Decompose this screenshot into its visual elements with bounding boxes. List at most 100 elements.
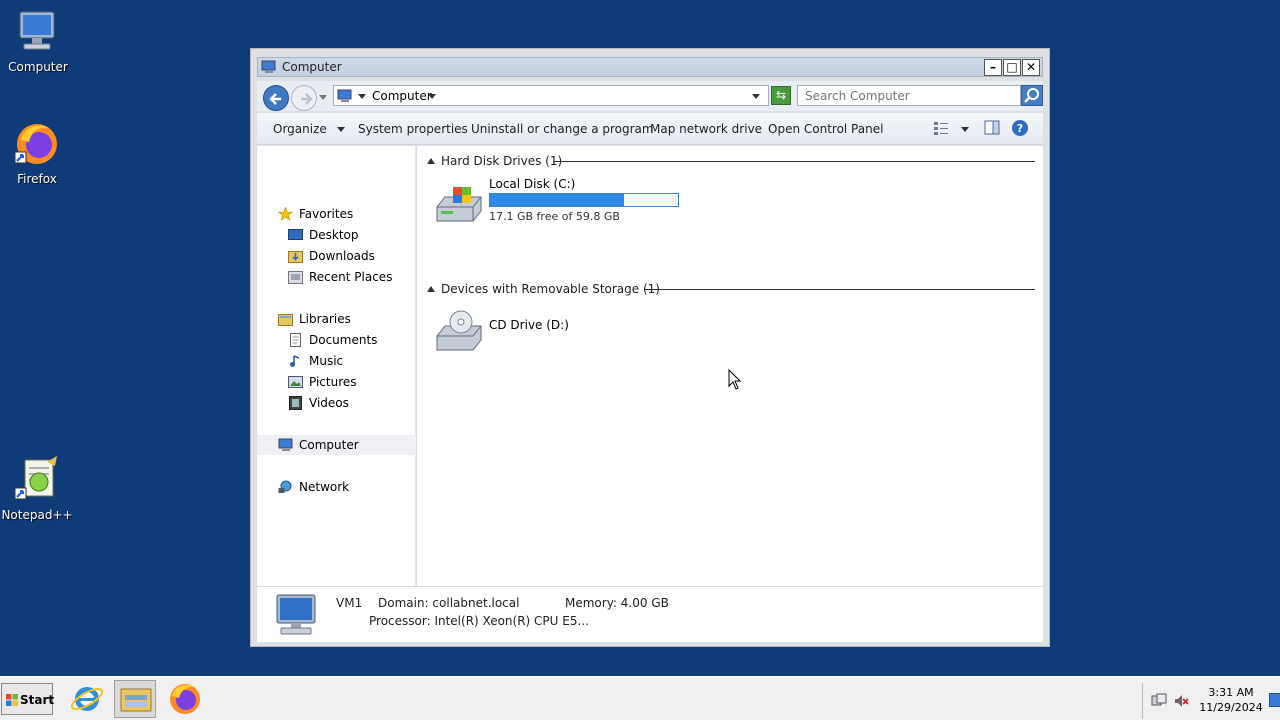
chevron-down-icon[interactable]: [428, 94, 436, 99]
nav-computer[interactable]: Computer: [257, 435, 416, 455]
organize-label: Organize: [273, 122, 327, 136]
nav-downloads[interactable]: Downloads: [257, 246, 416, 266]
start-label: Start: [20, 693, 55, 707]
search-box[interactable]: [797, 85, 1021, 106]
address-box[interactable]: Computer: [333, 85, 769, 106]
nav-label: Desktop: [309, 228, 359, 242]
preview-pane-button[interactable]: [983, 119, 1001, 137]
downloads-folder-icon: [288, 251, 303, 263]
domain-info: Domain: collabnet.local: [378, 596, 520, 610]
clock[interactable]: 3:31 AM 11/29/2024: [1191, 685, 1271, 715]
address-history-dropdown[interactable]: [752, 94, 760, 99]
nav-libraries[interactable]: Libraries: [257, 309, 416, 329]
mouse-cursor-icon: [728, 369, 742, 390]
collapse-icon: [427, 286, 435, 292]
content-area: Hard Disk Drives (1) Local Disk (C:) 17.…: [417, 146, 1043, 586]
desktop-icon: [288, 229, 303, 240]
desktop-icon-label: Computer: [8, 60, 68, 74]
group-divider: [553, 161, 1035, 162]
disk-usage-fill: [490, 194, 625, 206]
windows-logo-icon: [6, 694, 18, 706]
group-header-hdd[interactable]: Hard Disk Drives (1): [425, 154, 1035, 170]
cd-drive-icon: [435, 310, 483, 354]
volume-muted-icon[interactable]: [1173, 693, 1189, 709]
view-icon: [934, 122, 948, 135]
open-control-panel-button[interactable]: Open Control Panel: [768, 122, 883, 136]
computer-icon: [14, 8, 62, 56]
view-options-dropdown[interactable]: [961, 127, 969, 132]
computer-name: VM1: [336, 596, 363, 610]
breadcrumb[interactable]: Computer: [372, 89, 432, 103]
organize-button[interactable]: Organize: [273, 122, 345, 136]
group-header-removable[interactable]: Devices with Removable Storage (1): [425, 282, 1035, 298]
forward-button[interactable]: [291, 85, 317, 111]
back-button[interactable]: [263, 85, 289, 111]
computer-icon: [261, 60, 277, 74]
title-bar[interactable]: Computer – □ ✕: [257, 57, 1043, 77]
documents-icon: [290, 333, 301, 347]
notepadpp-icon: [13, 456, 61, 504]
explorer-window[interactable]: Computer – □ ✕ Computer ⇆ Search Compute…: [250, 48, 1050, 647]
desktop-icon-firefox[interactable]: Firefox: [0, 120, 75, 186]
minimize-button[interactable]: –: [984, 59, 1002, 76]
taskbar-firefox[interactable]: [164, 680, 206, 718]
nav-favorites[interactable]: Favorites: [257, 204, 416, 224]
taskbar-file-explorer[interactable]: [114, 680, 156, 718]
map-network-drive-button[interactable]: Map network drive: [650, 122, 762, 136]
music-icon: [290, 355, 300, 367]
nav-label: Libraries: [299, 312, 351, 326]
nav-network[interactable]: Network: [257, 477, 416, 497]
search-input[interactable]: [798, 86, 1020, 105]
star-icon: [278, 207, 293, 221]
computer-icon: [337, 89, 353, 103]
hard-drive-icon: [435, 181, 483, 225]
breadcrumb-arrow-icon[interactable]: [358, 94, 366, 99]
nav-documents[interactable]: Documents: [257, 330, 416, 350]
desktop-icon-label: Firefox: [17, 172, 57, 186]
action-center-icon[interactable]: [1151, 693, 1167, 709]
preview-pane-icon: [984, 120, 1000, 135]
nav-label: Computer: [299, 438, 359, 452]
nav-label: Favorites: [299, 207, 354, 221]
desktop-icon-notepadpp[interactable]: Notepad++: [0, 456, 75, 522]
search-button[interactable]: [1021, 85, 1043, 106]
desktop-icon-computer[interactable]: Computer: [0, 8, 76, 74]
refresh-button[interactable]: ⇆: [771, 86, 791, 105]
drive-name: Local Disk (C:): [489, 177, 576, 191]
nav-desktop[interactable]: Desktop: [257, 225, 416, 245]
recent-pages-dropdown[interactable]: [319, 95, 327, 100]
system-properties-button[interactable]: System properties: [358, 122, 468, 136]
maximize-button[interactable]: □: [1003, 59, 1021, 76]
nav-videos[interactable]: Videos: [257, 393, 416, 413]
drive-free-space: 17.1 GB free of 59.8 GB: [489, 210, 620, 223]
window-title: Computer: [282, 60, 342, 74]
uninstall-program-button[interactable]: Uninstall or change a program: [471, 122, 654, 136]
help-button[interactable]: ?: [1011, 119, 1029, 137]
clock-time: 3:31 AM: [1208, 686, 1254, 699]
taskbar-internet-explorer[interactable]: [66, 680, 108, 718]
videos-icon: [289, 396, 302, 410]
nav-recent-places[interactable]: Recent Places: [257, 267, 416, 287]
drive-c[interactable]: Local Disk (C:) 17.1 GB free of 59.8 GB: [435, 177, 735, 225]
nav-label: Music: [309, 354, 344, 368]
memory-info: Memory: 4.00 GB: [565, 596, 669, 610]
help-icon: ?: [1012, 120, 1028, 136]
show-desktop-button[interactable]: [1269, 693, 1280, 707]
nav-music[interactable]: Music: [257, 351, 416, 371]
group-divider: [645, 289, 1035, 290]
recent-places-icon: [288, 271, 303, 284]
computer-icon: [278, 438, 293, 451]
computer-icon: [273, 593, 321, 637]
search-icon: [1024, 88, 1039, 103]
close-button[interactable]: ✕: [1022, 59, 1040, 76]
forward-arrow-icon: [301, 93, 313, 105]
address-bar: Computer ⇆: [257, 81, 1043, 111]
details-pane: VM1 Domain: collabnet.local Memory: 4.00…: [257, 586, 1043, 642]
drive-d[interactable]: CD Drive (D:): [435, 306, 735, 354]
collapse-icon: [427, 158, 435, 164]
nav-pictures[interactable]: Pictures: [257, 372, 416, 392]
firefox-icon: [170, 684, 200, 714]
nav-label: Videos: [309, 396, 349, 410]
start-button[interactable]: Start: [1, 683, 55, 715]
change-view-button[interactable]: [932, 119, 950, 137]
